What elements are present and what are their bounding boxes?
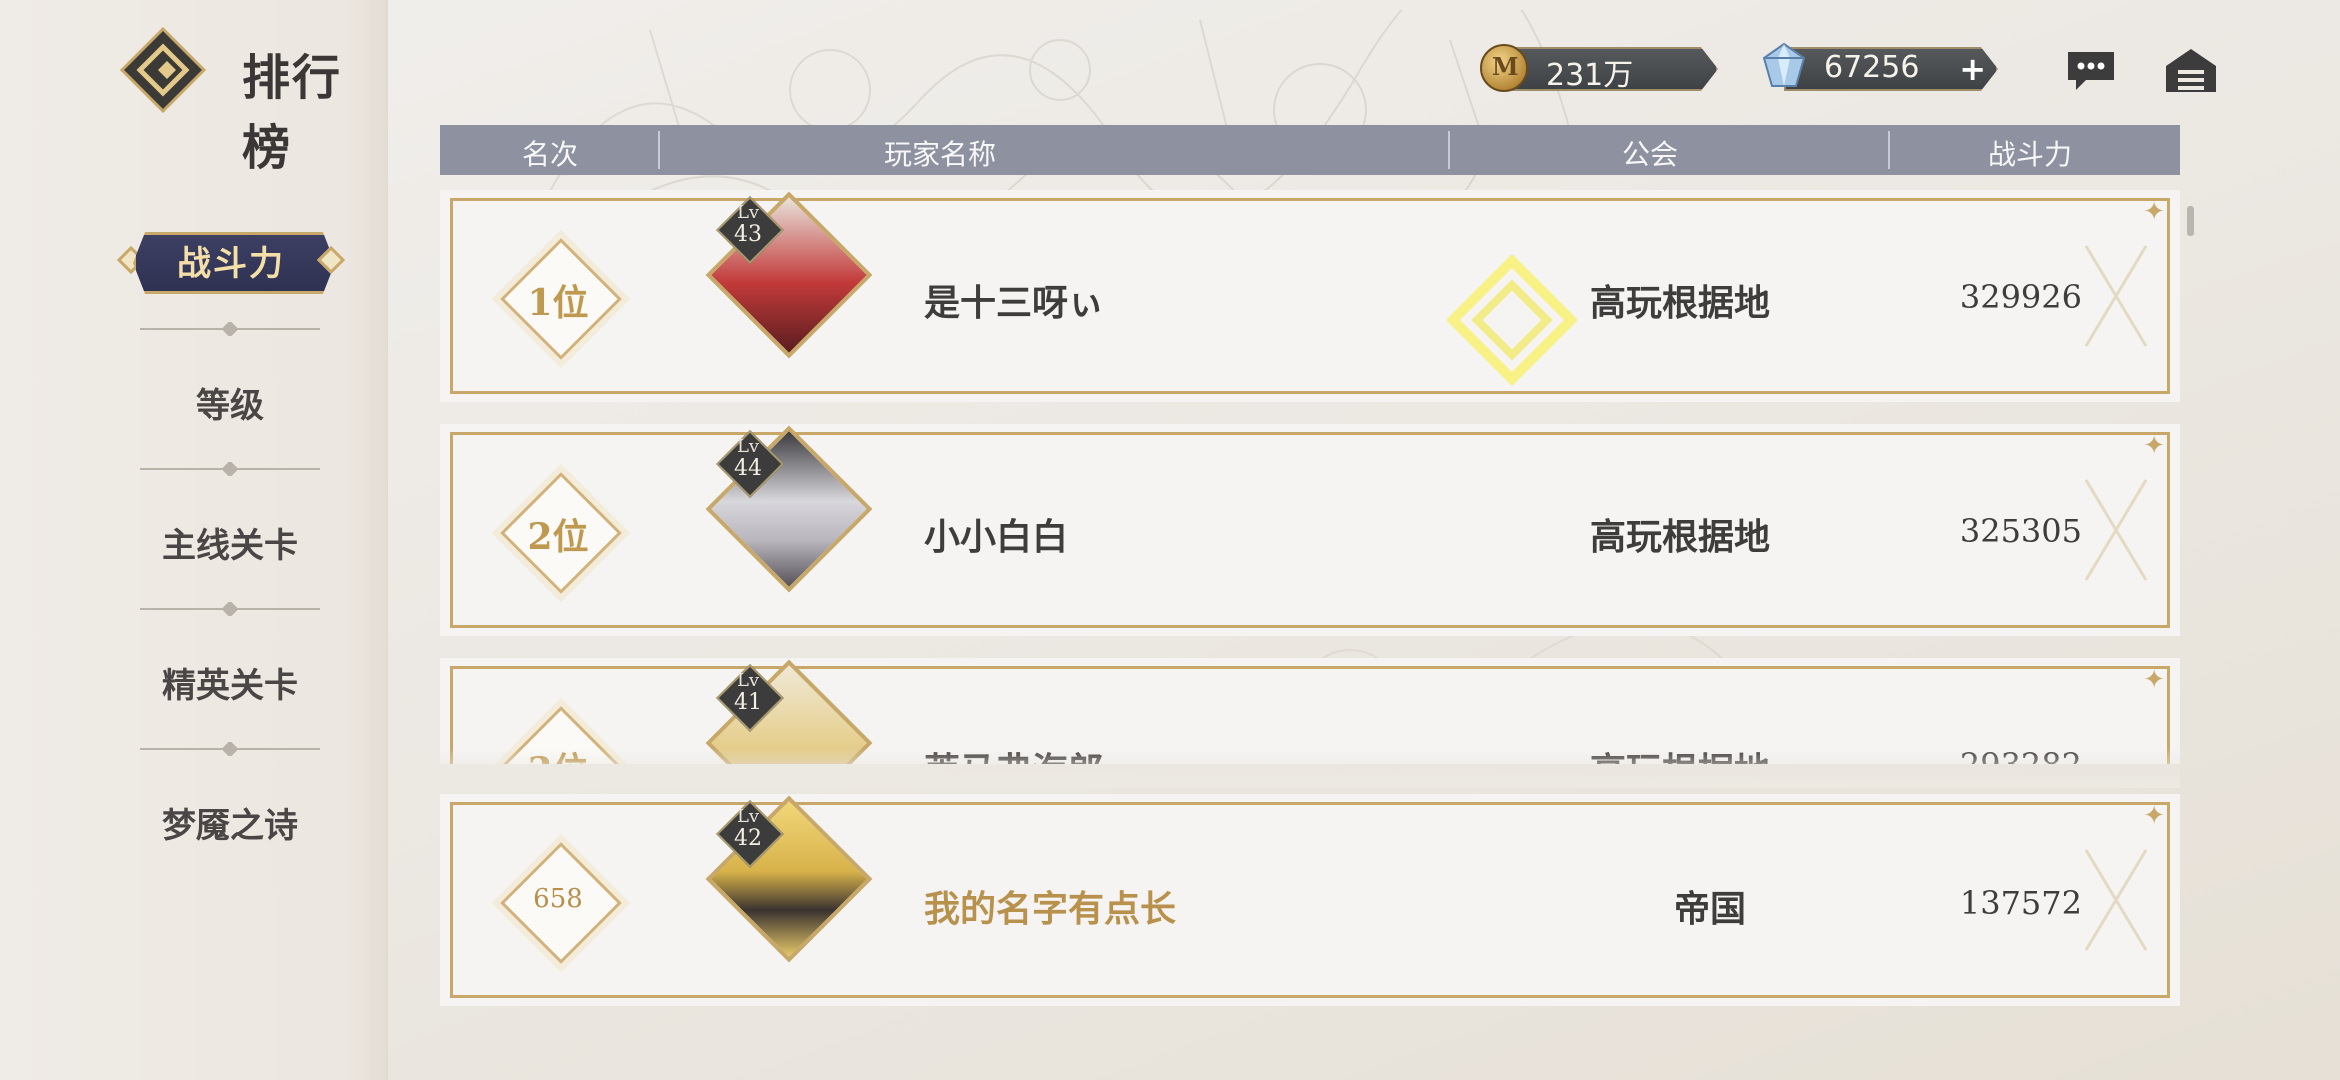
chat-icon[interactable] (2064, 48, 2118, 94)
level-value: 44 (734, 456, 762, 481)
self-rank-row[interactable]: ✦ 658 Lv 42 我的名字有点长 帝国 137572 (440, 794, 2180, 1006)
player-avatar[interactable]: Lv 44 (705, 425, 873, 593)
row-ornament-icon (2084, 245, 2148, 347)
gold-coin-icon: M (1480, 44, 1528, 92)
table-row[interactable]: ✦ 1位 Lv 43 是十三呀ぃ 高玩根据地 329926 (440, 190, 2180, 402)
gold-amount: 231万 (1546, 58, 1634, 93)
row-frame: ✦ (450, 801, 2170, 998)
add-gems-button[interactable]: + (1959, 50, 1986, 88)
combat-power-value: 137572 (1959, 884, 2082, 922)
header-divider (1888, 131, 1890, 169)
level-badge: Lv 41 (712, 660, 784, 732)
row-frame: ✦ (450, 197, 2170, 394)
level-badge: Lv 42 (712, 796, 784, 868)
separator (140, 602, 320, 616)
home-icon[interactable] (2164, 46, 2218, 96)
level-value: 43 (734, 222, 762, 247)
level-value: 42 (734, 826, 762, 851)
tab-main-stage[interactable]: 主线关卡 (90, 518, 370, 567)
rank-label: 1位 (527, 282, 589, 324)
header-divider (1448, 131, 1450, 169)
level-prefix: Lv (736, 670, 760, 691)
header-player-name: 玩家名称 (883, 138, 996, 171)
row-frame: ✦ (450, 431, 2170, 628)
guild-emblem-glow-icon (1447, 255, 1577, 385)
guild-name: 帝国 (1674, 888, 1747, 930)
combat-power-value: 329926 (1959, 278, 2082, 316)
tab-elite-stage[interactable]: 精英关卡 (90, 658, 370, 707)
gem-currency: 67256 + (1760, 42, 2000, 96)
rank-badge: 658 (500, 842, 622, 964)
sparkle-icon: ✦ (2143, 801, 2165, 831)
player-name: 小小白白 (924, 516, 1069, 558)
separator (140, 742, 320, 756)
player-name: 我的名字有点长 (924, 888, 1177, 930)
rank-label: 658 (533, 884, 583, 914)
level-prefix: Lv (736, 806, 760, 827)
combat-power-value: 325305 (1959, 512, 2082, 550)
rank-badge: 2位 (500, 472, 622, 594)
level-badge: Lv 44 (712, 426, 784, 498)
sparkle-icon: ✦ (2143, 431, 2165, 461)
level-badge: Lv 43 (712, 192, 784, 264)
guild-name: 高玩根据地 (1590, 282, 1771, 324)
separator (140, 462, 320, 476)
tab-nightmare-poem[interactable]: 梦魇之诗 (90, 798, 370, 847)
guild-name: 高玩根据地 (1590, 516, 1771, 558)
table-header: 名次 玩家名称 公会 战斗力 (440, 125, 2180, 175)
diamond-gem-icon (1762, 42, 1806, 87)
tab-level[interactable]: 等级 (90, 378, 370, 427)
level-value: 41 (734, 690, 762, 715)
sidebar: 排行榜 战斗力 等级 主线关卡 精英关卡 梦魇之诗 (0, 0, 388, 1080)
player-name: 是十三呀ぃ (924, 282, 1105, 324)
header-divider (658, 131, 660, 169)
table-row[interactable]: ✦ 2位 Lv 44 小小白白 高玩根据地 325305 (440, 424, 2180, 636)
player-avatar[interactable]: Lv 43 (705, 191, 873, 359)
list-fade (440, 748, 2180, 788)
rank-badge: 1位 (500, 238, 622, 360)
page-title: 排行榜 (242, 50, 343, 176)
level-prefix: Lv (736, 436, 760, 457)
row-ornament-icon (2084, 479, 2148, 581)
gem-amount: 67256 (1824, 50, 1920, 85)
separator (140, 322, 320, 336)
sparkle-icon: ✦ (2143, 665, 2165, 695)
rank-label: 2位 (527, 516, 589, 558)
scrollbar-thumb[interactable] (2187, 206, 2194, 236)
sparkle-icon: ✦ (2143, 197, 2165, 227)
row-ornament-icon (2084, 849, 2148, 951)
header-guild: 公会 (1621, 138, 1678, 171)
level-prefix: Lv (736, 202, 760, 223)
gold-currency: M 231万 (1480, 44, 1720, 96)
player-avatar[interactable]: Lv 42 (705, 795, 873, 963)
ranking-logo-icon (120, 27, 206, 113)
header-combat-power: 战斗力 (1987, 138, 2072, 171)
header-rank: 名次 (521, 138, 578, 171)
tab-label: 战斗力 (177, 244, 285, 284)
tab-combat-power[interactable]: 战斗力 (115, 228, 347, 294)
